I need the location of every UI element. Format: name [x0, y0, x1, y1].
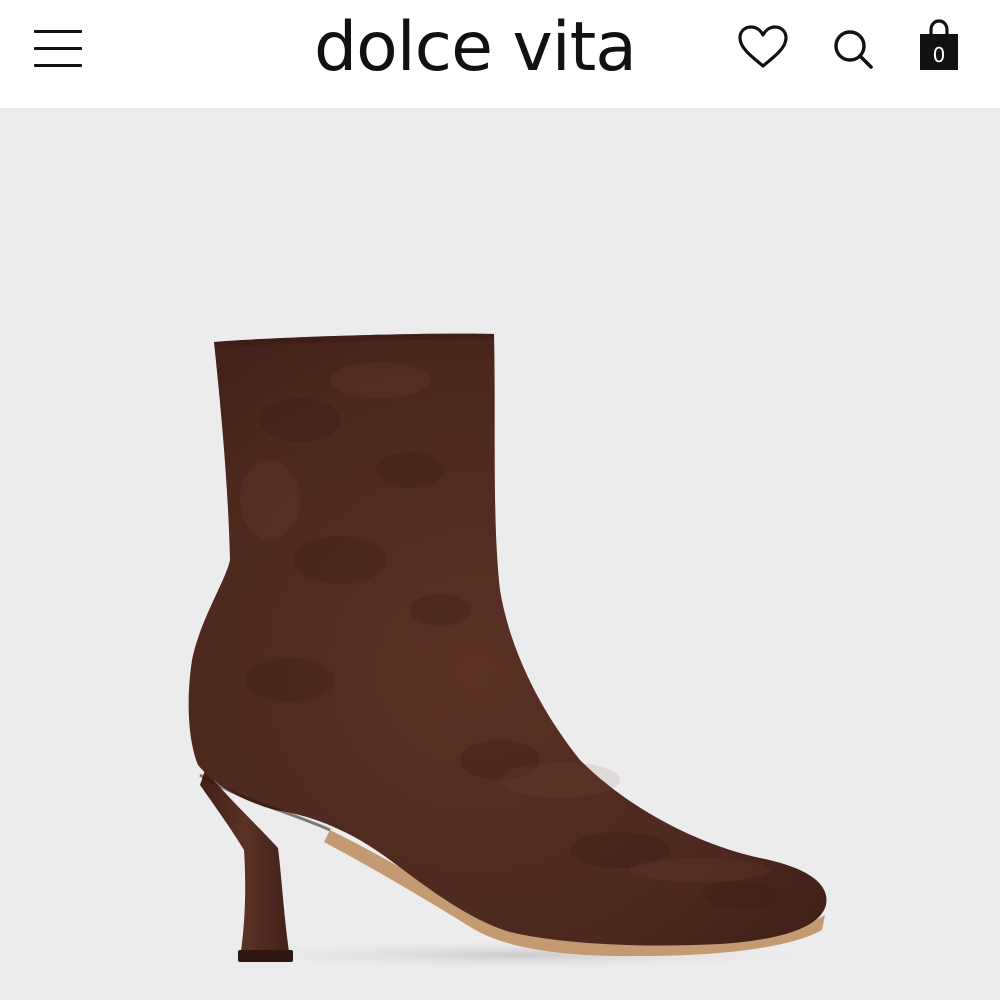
product-image[interactable]	[0, 108, 1000, 1000]
hamburger-menu-line	[34, 64, 82, 67]
brand-logo[interactable]: dolce vita	[300, 8, 650, 88]
wishlist-button[interactable]	[736, 24, 790, 70]
heart-icon	[738, 25, 788, 68]
menu-button[interactable]	[34, 26, 84, 72]
heel-tip	[238, 950, 293, 962]
site-header: dolce vita 0	[0, 0, 1000, 108]
product-page: dolce vita 0	[0, 0, 1000, 1000]
bag-count-badge: 0	[932, 43, 946, 67]
hamburger-menu-line	[34, 47, 82, 50]
shopping-bag-button[interactable]: 0	[918, 18, 962, 72]
search-button[interactable]	[830, 26, 876, 72]
search-icon	[834, 30, 873, 69]
hamburger-menu-icon	[34, 30, 82, 33]
boot-image	[188, 333, 840, 971]
